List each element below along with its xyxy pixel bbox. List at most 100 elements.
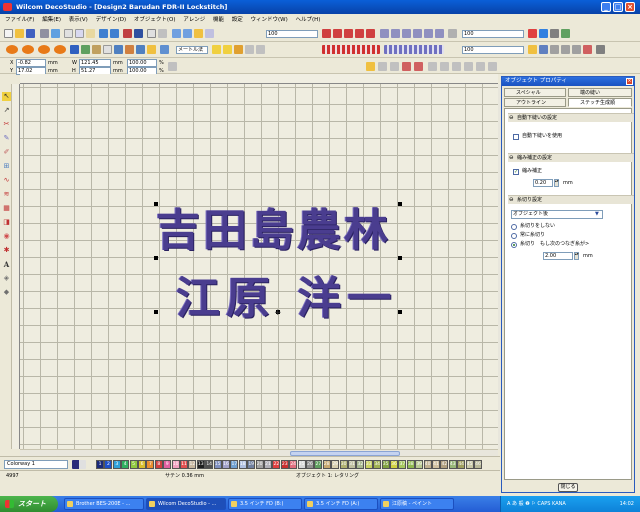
pull-comp-field[interactable]: 0.20	[533, 179, 553, 187]
trim-select[interactable]: オブジェクト後	[511, 210, 603, 219]
panel-close-button[interactable]: 閉じる	[558, 483, 578, 492]
color-swatch[interactable]: 2	[104, 460, 113, 469]
color-swatch[interactable]: 26	[306, 460, 314, 469]
dropdown-arrow-icon[interactable]: ▼	[595, 211, 599, 217]
section-auto-underlay[interactable]: 自動下縫いの設定	[508, 113, 634, 123]
distribute-icon[interactable]	[488, 62, 497, 71]
menu-settings[interactable]: 設定	[229, 14, 246, 26]
selection-handle-tr[interactable]	[398, 202, 402, 206]
color-swatch[interactable]: 35	[381, 460, 390, 469]
group-icon[interactable]	[245, 45, 254, 54]
panel-close-icon[interactable]: ×	[626, 78, 633, 85]
color-icon[interactable]	[528, 45, 537, 54]
ungroup-icon[interactable]	[256, 45, 265, 54]
color-swatch[interactable]: 45	[465, 460, 474, 469]
align-icon[interactable]	[212, 45, 221, 54]
image-icon[interactable]	[92, 45, 101, 54]
copy-icon[interactable]	[75, 29, 84, 38]
color-swatch[interactable]: 20	[255, 460, 264, 469]
lock-proportion-icon[interactable]	[168, 62, 177, 71]
color-swatch[interactable]: 28	[322, 460, 331, 469]
node-icon[interactable]	[160, 45, 169, 54]
task-decostudio[interactable]: Wilcom DecoStudio - ...	[146, 498, 226, 510]
color-swatch[interactable]: 17	[230, 460, 239, 469]
selection-handle-bl[interactable]	[154, 310, 158, 314]
color-swatch[interactable]: 44	[457, 460, 466, 469]
grid-icon[interactable]	[147, 29, 156, 38]
lock-icon[interactable]	[366, 62, 375, 71]
settings-icon[interactable]	[550, 29, 559, 38]
circle-tool-icon[interactable]: ◉	[2, 232, 11, 241]
zoom-box-icon[interactable]	[194, 29, 203, 38]
close-window-button[interactable]: ×	[625, 2, 635, 12]
selection-handle-mr[interactable]	[398, 256, 402, 260]
color-swatch[interactable]: 18	[238, 460, 247, 469]
color-swatch[interactable]: 4	[121, 460, 130, 469]
color-swatch[interactable]: 6	[138, 460, 146, 469]
redo-icon[interactable]	[110, 29, 119, 38]
menu-design[interactable]: デザイン(D)	[93, 14, 130, 26]
misc-icon-5[interactable]	[596, 45, 605, 54]
undo-icon[interactable]	[99, 29, 108, 38]
maximize-button[interactable]: □	[613, 2, 623, 12]
auto-underlay-checkbox[interactable]	[513, 134, 519, 140]
align-right-icon[interactable]	[452, 62, 461, 71]
color-swatch[interactable]: 38	[406, 460, 415, 469]
color-swatch[interactable]: 10	[171, 460, 180, 469]
align-top-icon[interactable]	[464, 62, 473, 71]
color-film-icon[interactable]	[134, 29, 143, 38]
task-fd-a[interactable]: 3.5 インチ FD (A:)	[304, 498, 378, 510]
align-center-icon[interactable]	[440, 62, 449, 71]
globe-icon[interactable]	[539, 29, 548, 38]
color-swatch[interactable]: 43	[448, 460, 457, 469]
menu-view[interactable]: 表示(V)	[66, 14, 91, 26]
shape-wave-icon[interactable]	[38, 45, 50, 54]
align-left-icon[interactable]	[428, 62, 437, 71]
color-swatch[interactable]: 37	[398, 460, 407, 469]
pull-comp-spinner[interactable]: ▴▾	[554, 179, 559, 187]
color-swatch[interactable]: 25	[297, 460, 306, 469]
color-swatch[interactable]: 9	[163, 460, 172, 469]
misc-icon-3[interactable]	[572, 45, 581, 54]
effect-icon-3[interactable]	[402, 29, 411, 38]
fill-tool-icon[interactable]: ▦	[2, 204, 11, 213]
color-swatch[interactable]: 21	[264, 460, 272, 469]
misc-icon-1[interactable]	[550, 45, 559, 54]
menu-arrange[interactable]: アレンジ	[180, 14, 208, 26]
arrange-icon[interactable]	[234, 45, 243, 54]
selection-handle-br[interactable]	[398, 310, 402, 314]
color-swatch[interactable]: 32	[356, 460, 365, 469]
menu-object[interactable]: オブジェクト(O)	[131, 14, 179, 26]
shape-ribbon-icon[interactable]	[54, 45, 66, 54]
color-swatch[interactable]: 13	[196, 460, 205, 469]
embroidery-text-line2[interactable]: 江原 洋一	[176, 262, 397, 326]
ime-status[interactable]: A あ 般 ❷ ⚐ CAPS KANA	[507, 496, 566, 512]
brush-icon[interactable]: ✐	[2, 148, 11, 157]
color-swatch[interactable]: 19	[247, 460, 256, 469]
rotate-left-icon[interactable]	[402, 62, 411, 71]
effect-icon-5[interactable]	[424, 29, 433, 38]
fill-pattern-strip[interactable]	[384, 45, 444, 54]
trim-length-spinner[interactable]: ▴▾	[574, 252, 579, 260]
tab-special[interactable]: スペシャル	[504, 88, 566, 97]
stitch-type-icon[interactable]	[322, 29, 331, 38]
stitch-player-icon[interactable]	[123, 29, 132, 38]
trim-length-field[interactable]: 2.00	[543, 252, 573, 260]
color-swatch[interactable]: 8	[154, 460, 163, 469]
scale-x-field[interactable]: 100.00	[127, 59, 157, 67]
misc-icon-4[interactable]	[583, 45, 592, 54]
trim-radio-conditional[interactable]	[511, 242, 517, 248]
selection-handle-tl[interactable]	[154, 202, 158, 206]
color-swatch[interactable]: 11	[180, 460, 188, 469]
color-swatch[interactable]: 12	[188, 460, 197, 469]
minimize-button[interactable]: _	[601, 2, 611, 12]
tab-stitch-order[interactable]: ステッチ生成順	[568, 98, 632, 107]
color-swatch[interactable]: 15	[213, 460, 222, 469]
section-trim[interactable]: 糸切り設定	[508, 195, 634, 205]
motif-icon[interactable]	[366, 29, 375, 38]
tab-outline[interactable]: アウトライン	[504, 98, 566, 107]
density-field[interactable]: 100	[462, 46, 524, 54]
trim-radio-never[interactable]	[511, 224, 517, 230]
task-paint[interactable]: 江原稿 - ペイント	[380, 498, 454, 510]
color-swatch[interactable]: 16	[222, 460, 230, 469]
